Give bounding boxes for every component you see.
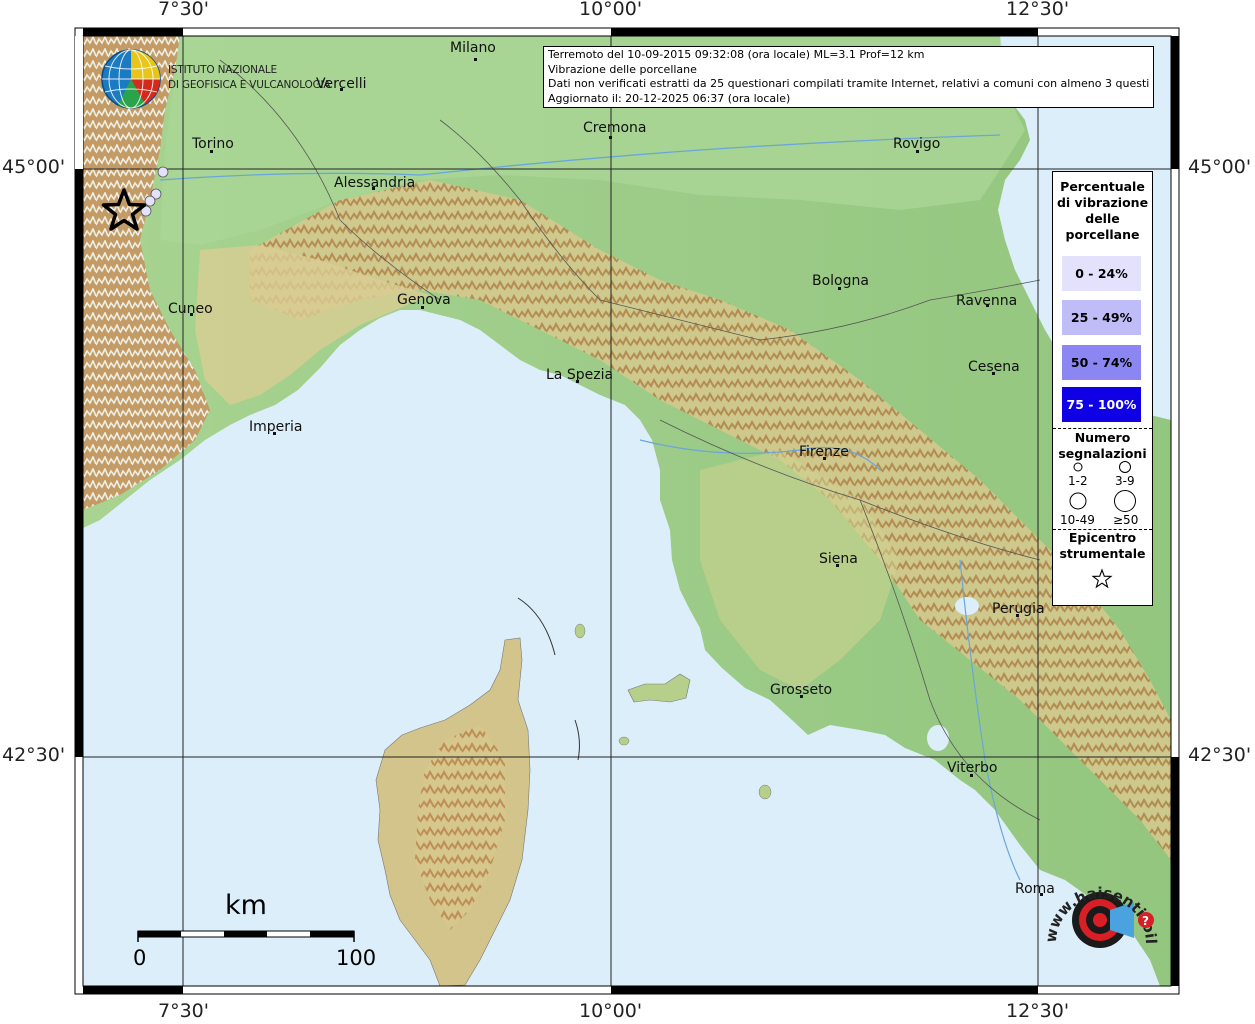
- lat-label-right-1: 45°00': [1188, 156, 1252, 178]
- circle-size-50plus: [1114, 490, 1136, 512]
- city-marker: [372, 187, 375, 190]
- count-circles: [1069, 461, 1136, 512]
- count-title: Numero: [1074, 430, 1131, 445]
- lat-label-left-2: 42°30': [2, 744, 66, 766]
- speaker-target-icon: www.haisentitoilterremoto.it ?: [1030, 844, 1160, 948]
- hst-logo[interactable]: www.haisentitoilterremoto.it ?: [1030, 844, 1163, 973]
- city-marker: [210, 150, 213, 153]
- lake-bracciano: [984, 836, 1002, 854]
- count-label: 3-9: [1115, 474, 1135, 488]
- scale-bar: km 0 100: [130, 890, 390, 980]
- event-updated: Aggiornato il: 20-12-2025 06:37 (ora loc…: [548, 91, 791, 105]
- legend-class-25-49: 25 - 49%: [1062, 300, 1141, 335]
- globe-icon: [101, 49, 161, 109]
- ingv-logo: ISTITUTO NAZIONALE DI GEOFISICA E VULCAN…: [100, 48, 331, 110]
- lat-label-left-1: 45°00': [2, 156, 66, 178]
- scale-end: 100: [336, 946, 377, 970]
- city-marker: [800, 695, 803, 698]
- lon-label-top-1: 7°30': [158, 0, 209, 20]
- legend-title: delle: [1085, 211, 1120, 226]
- lon-label-top-3: 12°30': [1006, 0, 1070, 20]
- star-icon: [1091, 568, 1113, 589]
- circle-size-1-2: [1073, 462, 1083, 472]
- circle-size-3-9: [1119, 461, 1131, 473]
- city-marker: [992, 372, 995, 375]
- event-line: Terremoto del 10-09-2015 09:32:08 (ora l…: [548, 48, 925, 61]
- city-label: Cremona: [583, 120, 647, 136]
- lon-label-bottom-1: 7°30': [158, 1000, 209, 1022]
- city-marker: [421, 306, 424, 309]
- legend-title: di vibrazione: [1056, 195, 1149, 210]
- scale-ruler: [137, 930, 355, 942]
- city-label: Milano: [450, 40, 496, 56]
- legend-panel: Percentuale di vibrazione delle porcella…: [1052, 171, 1153, 606]
- city-marker: [609, 136, 612, 139]
- scale-unit: km: [225, 890, 267, 921]
- lat-label-right-2: 42°30': [1188, 744, 1252, 766]
- city-marker: [576, 380, 579, 383]
- city-marker: [838, 287, 841, 290]
- legend-title: porcellane: [1065, 227, 1140, 242]
- city-label: La Spezia: [546, 367, 614, 383]
- lake-trasimeno: [955, 597, 979, 615]
- scale-start: 0: [133, 946, 147, 970]
- epicenter-title: Epicentro: [1068, 530, 1137, 545]
- lon-label-bottom-2: 10°00': [579, 1000, 643, 1022]
- ingv-name-line2: DI GEOFISICA E VULCANOLOGIA: [168, 79, 331, 91]
- city-marker: [340, 88, 343, 91]
- city-marker: [823, 457, 826, 460]
- event-data-note: Dati non verificati estratti da 25 quest…: [548, 77, 1149, 90]
- legend-title: Percentuale: [1060, 179, 1145, 194]
- city-marker: [986, 304, 989, 307]
- lake-bolsena: [927, 725, 949, 751]
- city-marker: [190, 313, 193, 316]
- lon-label-bottom-3: 12°30': [1006, 1000, 1070, 1022]
- city-marker: [836, 564, 839, 567]
- lon-label-top-2: 10°00': [579, 0, 643, 20]
- city-marker: [916, 150, 919, 153]
- ingv-name-line1: ISTITUTO NAZIONALE: [168, 64, 277, 76]
- event-subtitle: Vibrazione delle porcellane: [548, 62, 697, 76]
- count-label: 1-2: [1068, 474, 1088, 488]
- capraia-island: [574, 623, 586, 639]
- epicenter-title: strumentale: [1059, 546, 1146, 561]
- count-label: 10-49: [1060, 513, 1095, 527]
- city-marker: [970, 774, 973, 777]
- legend-class-0-24: 0 - 24%: [1062, 256, 1141, 291]
- count-label: ≥50: [1113, 513, 1139, 527]
- report-circle[interactable]: [144, 195, 156, 207]
- event-info-box: Terremoto del 10-09-2015 09:32:08 (ora l…: [543, 46, 1154, 108]
- city-marker: [273, 432, 276, 435]
- giglio-island: [758, 784, 772, 800]
- svg-text:?: ?: [1142, 914, 1149, 928]
- legend-class-50-74: 50 - 74%: [1062, 345, 1141, 380]
- pianosa-island: [618, 736, 630, 746]
- report-circle[interactable]: [157, 166, 169, 178]
- legend-class-75-100: 75 - 100%: [1062, 387, 1141, 422]
- city-marker: [1016, 614, 1019, 617]
- legend-divider: [1053, 428, 1152, 429]
- city-marker: [474, 58, 477, 61]
- circle-size-10-49: [1069, 492, 1087, 510]
